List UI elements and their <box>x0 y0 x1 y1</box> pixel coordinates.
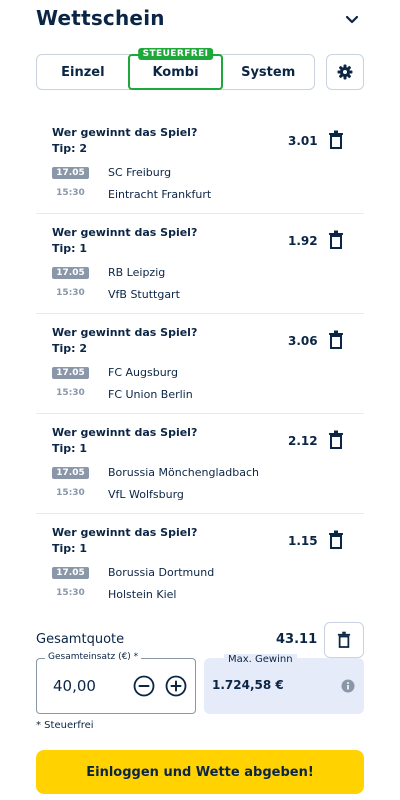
match-time: 15:30 <box>56 588 85 598</box>
max-win-box: Max. Gewinn 1.724,58 € <box>204 654 364 714</box>
bet-type-tabs: Einzel STEUERFREI Kombi System <box>36 48 315 90</box>
away-team: VfB Stuttgart <box>108 288 180 301</box>
max-win-value: 1.724,58 € <box>212 678 284 692</box>
match-time: 15:30 <box>56 488 85 498</box>
clear-all-button[interactable] <box>324 622 364 658</box>
bet-odd: 1.92 <box>288 234 318 248</box>
match-date: 17.05 <box>52 567 89 579</box>
bet-list: Wer gewinnt das Spiel? Tip: 2 3.01 17.05… <box>36 114 364 614</box>
info-icon[interactable] <box>341 679 355 693</box>
max-win-label: Max. Gewinn <box>224 654 297 665</box>
login-and-place-bet-button[interactable]: Einloggen und Wette abgeben! <box>36 750 364 794</box>
gear-icon <box>337 64 353 80</box>
tab-kombi[interactable]: STEUERFREI Kombi <box>127 48 224 90</box>
stake-input[interactable]: Gesamteinsatz (€) * 40,00 <box>36 652 196 714</box>
trash-icon[interactable] <box>328 130 344 150</box>
match-time: 15:30 <box>56 288 85 298</box>
match-date: 17.05 <box>52 167 89 179</box>
tab-label: Kombi <box>152 64 199 80</box>
total-odds-value: 43.11 <box>276 632 318 647</box>
match-date: 17.05 <box>52 267 89 279</box>
bet-tip: Tip: 1 <box>52 542 88 555</box>
away-team: Holstein Kiel <box>108 588 177 601</box>
plus-circle-icon[interactable] <box>165 675 187 697</box>
bet-odd: 3.06 <box>288 334 318 348</box>
away-team: Eintracht Frankfurt <box>108 188 212 201</box>
betslip-header: Wettschein <box>36 6 364 32</box>
bet-odd: 2.12 <box>288 434 318 448</box>
match-date: 17.05 <box>52 367 89 379</box>
tax-free-badge: STEUERFREI <box>137 48 214 60</box>
trash-icon[interactable] <box>328 230 344 250</box>
bet-tip: Tip: 2 <box>52 342 88 355</box>
bet-tip: Tip: 2 <box>52 142 88 155</box>
bet-item: Wer gewinnt das Spiel? Tip: 1 1.92 17.05… <box>36 214 364 314</box>
home-team: RB Leipzig <box>108 266 166 279</box>
tax-free-footnote: * Steuerfrei <box>36 720 94 731</box>
home-team: Borussia Dortmund <box>108 566 215 579</box>
home-team: FC Augsburg <box>108 366 178 379</box>
match-date: 17.05 <box>52 467 89 479</box>
away-team: FC Union Berlin <box>108 388 193 401</box>
home-team: Borussia Mönchengladbach <box>108 466 259 479</box>
stake-value[interactable]: 40,00 <box>53 677 96 695</box>
tab-label: Einzel <box>61 64 105 80</box>
bet-item: Wer gewinnt das Spiel? Tip: 1 2.12 17.05… <box>36 414 364 514</box>
settings-button[interactable] <box>326 54 364 90</box>
bet-tip: Tip: 1 <box>52 442 88 455</box>
tab-system[interactable]: System <box>222 55 314 89</box>
total-odds-label: Gesamtquote <box>36 632 125 647</box>
bet-item: Wer gewinnt das Spiel? Tip: 1 1.15 17.05… <box>36 514 364 614</box>
trash-icon[interactable] <box>328 530 344 550</box>
away-team: VfL Wolfsburg <box>108 488 184 501</box>
bet-question: Wer gewinnt das Spiel? <box>52 226 198 239</box>
home-team: SC Freiburg <box>108 166 172 179</box>
bet-question: Wer gewinnt das Spiel? <box>52 426 198 439</box>
bet-item: Wer gewinnt das Spiel? Tip: 2 3.06 17.05… <box>36 314 364 414</box>
bet-item: Wer gewinnt das Spiel? Tip: 2 3.01 17.05… <box>36 114 364 214</box>
bet-question: Wer gewinnt das Spiel? <box>52 526 198 539</box>
tab-label: System <box>241 64 296 80</box>
stake-label: Gesamteinsatz (€) * <box>45 652 142 662</box>
tab-einzel[interactable]: Einzel <box>37 55 129 89</box>
trash-icon[interactable] <box>328 330 344 350</box>
page-title: Wettschein <box>36 6 165 30</box>
match-time: 15:30 <box>56 188 85 198</box>
chevron-down-icon[interactable] <box>344 12 360 28</box>
total-odds-row: Gesamtquote 43.11 <box>36 630 364 650</box>
minus-circle-icon[interactable] <box>133 675 155 697</box>
bet-question: Wer gewinnt das Spiel? <box>52 126 198 139</box>
bet-odd: 1.15 <box>288 534 318 548</box>
match-time: 15:30 <box>56 388 85 398</box>
trash-icon[interactable] <box>328 430 344 450</box>
trash-icon <box>337 631 351 648</box>
bet-odd: 3.01 <box>288 134 318 148</box>
bet-question: Wer gewinnt das Spiel? <box>52 326 198 339</box>
bet-tip: Tip: 1 <box>52 242 88 255</box>
